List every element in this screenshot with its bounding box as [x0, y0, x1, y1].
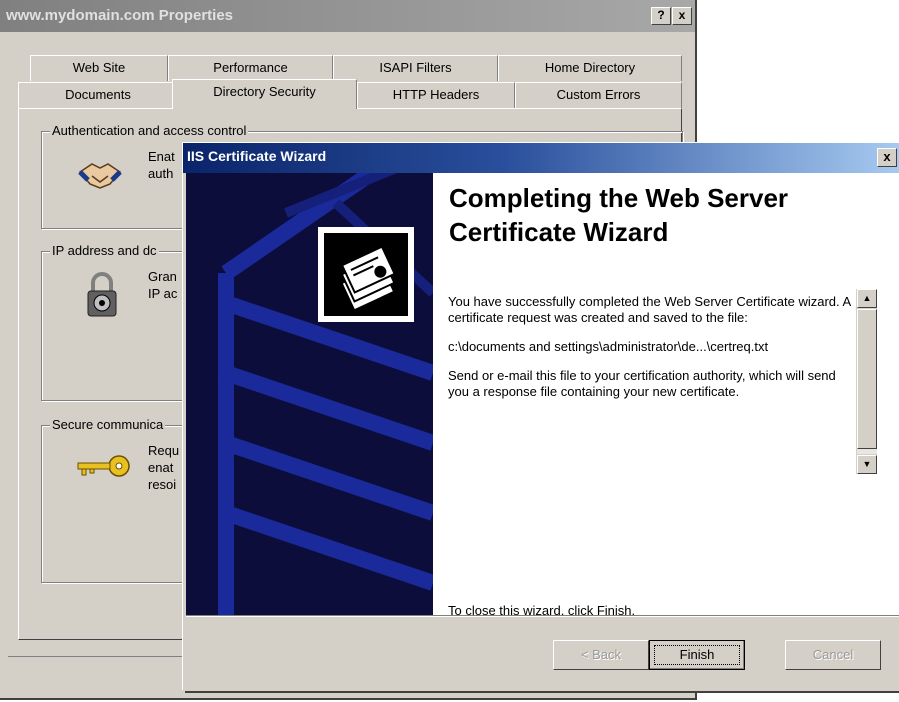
wizard-message: You have successfully completed the Web … [448, 294, 856, 413]
wizard-heading-line2: Certificate Wizard [449, 217, 669, 247]
close-button[interactable]: x [672, 7, 692, 25]
padlock-icon [86, 272, 118, 321]
certificate-stack-icon [318, 227, 414, 322]
wizard-title: IIS Certificate Wizard [187, 148, 327, 164]
wizard-message-para3: Send or e-mail this file to your certifi… [448, 368, 836, 399]
tab-web-site[interactable]: Web Site [30, 55, 168, 81]
wizard-content: Completing the Web Server Certificate Wi… [433, 173, 899, 618]
secure-text-line2: enat [148, 460, 174, 475]
key-icon [76, 454, 132, 483]
properties-title-bar: www.mydomain.com Properties ? x [0, 0, 695, 32]
scroll-down-button[interactable]: ▼ [857, 455, 877, 474]
wizard-file-path: c:\documents and settings\administrator\… [448, 339, 769, 354]
tab-documents[interactable]: Documents [18, 82, 178, 108]
wizard-button-divider [186, 615, 899, 617]
wizard-message-para1: You have successfully completed the Web … [448, 294, 851, 325]
wizard-title-bar: IIS Certificate Wizard x [183, 143, 899, 173]
scroll-track[interactable] [857, 449, 877, 454]
wizard-heading-line1: Completing the Web Server [449, 183, 789, 213]
handshake-icon [78, 154, 122, 197]
wizard-heading: Completing the Web Server Certificate Wi… [449, 181, 788, 249]
auth-text-line1: Enat [148, 149, 175, 164]
authentication-legend: Authentication and access control [50, 123, 249, 138]
secure-text-line3: resoi [148, 477, 177, 492]
secure-text-line1: Requ [148, 443, 180, 458]
scroll-up-button[interactable]: ▲ [857, 289, 877, 308]
back-button[interactable]: < Back [553, 640, 649, 670]
message-scrollbar[interactable]: ▲ ▼ [856, 289, 877, 474]
auth-text-line2: auth [148, 166, 174, 181]
ip-text-line1: Gran [148, 269, 177, 284]
secure-legend: Secure communica [50, 417, 166, 432]
tab-directory-security[interactable]: Directory Security [172, 79, 357, 109]
certificate-wizard-dialog: IIS Certificate Wizard x Completing the … [183, 143, 899, 691]
tab-http-headers[interactable]: HTTP Headers [357, 82, 515, 108]
tab-isapi-filters[interactable]: ISAPI Filters [333, 55, 498, 81]
wizard-close-button[interactable]: x [877, 148, 897, 167]
finish-button[interactable]: Finish [649, 640, 745, 670]
ip-text-line2: IP ac [148, 286, 178, 301]
tab-home-directory[interactable]: Home Directory [498, 55, 682, 81]
tab-custom-errors[interactable]: Custom Errors [515, 82, 682, 108]
tab-performance[interactable]: Performance [168, 55, 333, 81]
help-button[interactable]: ? [651, 7, 671, 25]
wizard-side-banner [186, 173, 433, 615]
scroll-thumb[interactable] [857, 309, 877, 449]
cancel-button[interactable]: Cancel [785, 640, 881, 670]
properties-title: www.mydomain.com Properties [6, 7, 233, 24]
ip-legend: IP address and dc [50, 243, 159, 258]
